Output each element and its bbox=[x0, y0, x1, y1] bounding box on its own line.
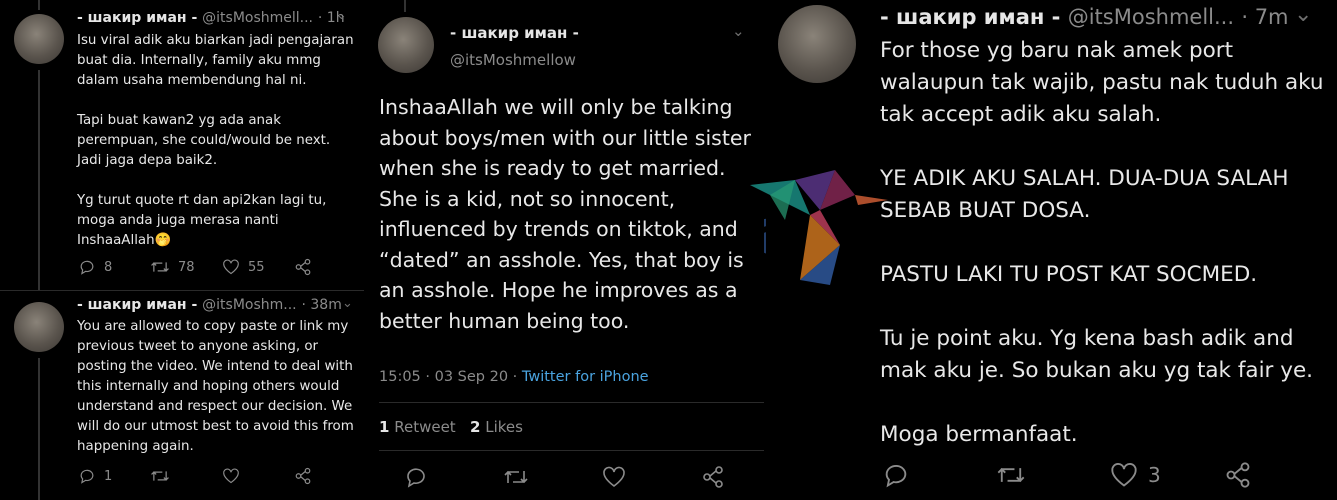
like-button[interactable]: 3 bbox=[1110, 462, 1224, 488]
retweet-icon bbox=[997, 467, 1025, 483]
chevron-down-icon[interactable]: ⌄ bbox=[336, 8, 347, 23]
handle[interactable]: @itsMoshmell... bbox=[202, 10, 313, 26]
panel-left: - шакир иман - @itsMoshmell... · 1h ⌄ Is… bbox=[0, 0, 364, 500]
divider bbox=[379, 450, 764, 451]
heart-icon bbox=[223, 468, 239, 484]
like-button[interactable] bbox=[222, 468, 294, 484]
author-name[interactable]: - шакир иман - @itsMoshmell... · 7m bbox=[880, 5, 1289, 29]
reply-count: 8 bbox=[104, 259, 113, 275]
like-button[interactable] bbox=[602, 466, 701, 488]
thread-line bbox=[38, 358, 40, 500]
tweet-text: InshaaAllah we will only be talking abou… bbox=[379, 95, 751, 333]
share-icon bbox=[1226, 462, 1250, 488]
retweet-button[interactable] bbox=[150, 468, 222, 484]
tweet-meta: 15:05 · 03 Sep 20 · Twitter for iPhone bbox=[379, 369, 649, 385]
author-name[interactable]: - шакир иман - @itsMoshm... · 38m bbox=[77, 297, 342, 313]
like-count: 3 bbox=[1148, 463, 1161, 487]
share-button[interactable] bbox=[294, 467, 312, 485]
tweet-text: Isu viral adik aku biarkan jadi pengajar… bbox=[77, 33, 354, 248]
like-button[interactable]: 55 bbox=[222, 259, 294, 275]
thread-line bbox=[38, 70, 40, 290]
tweet-stats: 1 Retweet 2 Likes bbox=[379, 418, 523, 436]
display-name[interactable]: - шакир иман - bbox=[880, 5, 1060, 29]
share-button[interactable] bbox=[294, 258, 312, 276]
author-name[interactable]: - шакир иман - @itsMoshmell... · 1h bbox=[77, 10, 345, 26]
heart-icon bbox=[603, 466, 625, 488]
heart-icon bbox=[1111, 462, 1137, 487]
reply-icon bbox=[80, 260, 94, 275]
retweet-label: Retweet bbox=[394, 418, 456, 436]
murai-bird-logo-icon bbox=[750, 170, 888, 285]
like-count: 55 bbox=[248, 259, 265, 275]
retweet-button[interactable] bbox=[503, 467, 602, 487]
thread-line-top bbox=[404, 0, 406, 12]
reply-button[interactable] bbox=[882, 462, 996, 488]
share-button[interactable] bbox=[1224, 461, 1252, 489]
chevron-down-icon[interactable]: ⌄ bbox=[342, 296, 353, 311]
heart-icon bbox=[223, 259, 239, 275]
tweet-actions: 1 bbox=[78, 467, 312, 485]
retweet-icon bbox=[504, 470, 528, 484]
reply-button[interactable]: 8 bbox=[78, 259, 150, 275]
handle[interactable]: @itsMoshm... bbox=[202, 297, 296, 313]
panel-middle: - шакир иман - @itsMoshmellow ⌄ InshaaAl… bbox=[366, 0, 764, 500]
retweet-icon bbox=[151, 262, 169, 272]
retweet-icon bbox=[151, 471, 169, 481]
tweet-timestamp[interactable]: 15:05 · 03 Sep 20 · bbox=[379, 369, 522, 385]
chevron-down-icon[interactable]: ⌄ bbox=[1294, 2, 1312, 27]
display-name[interactable]: - шакир иман - bbox=[77, 10, 197, 26]
like-count: 2 bbox=[470, 418, 481, 436]
reply-icon bbox=[80, 469, 94, 484]
timestamp[interactable]: · 38m bbox=[302, 297, 342, 313]
avatar[interactable] bbox=[14, 302, 64, 352]
tweet-source-link[interactable]: Twitter for iPhone bbox=[522, 369, 649, 385]
like-label: Likes bbox=[485, 418, 523, 436]
share-icon bbox=[295, 258, 311, 276]
handle[interactable]: @itsMoshmellow bbox=[450, 51, 576, 69]
divider bbox=[379, 402, 764, 403]
divider bbox=[0, 290, 364, 291]
reply-icon bbox=[407, 468, 425, 488]
tweet-actions bbox=[404, 465, 725, 489]
thread-line-top bbox=[38, 0, 40, 10]
tweet-actions: 8 78 55 bbox=[78, 258, 312, 276]
likes-stat[interactable]: 2 Likes bbox=[470, 418, 523, 436]
display-name[interactable]: - шакир иман - bbox=[450, 24, 579, 42]
retweet-button[interactable]: 78 bbox=[150, 259, 222, 275]
tweet-text: For those yg baru nak amek port walaupun… bbox=[880, 38, 1324, 447]
chevron-down-icon[interactable]: ⌄ bbox=[732, 22, 745, 40]
retweet-button[interactable] bbox=[996, 463, 1110, 487]
handle[interactable]: @itsMoshmell... bbox=[1068, 5, 1234, 29]
share-icon bbox=[295, 467, 311, 485]
timestamp[interactable]: · 7m bbox=[1241, 5, 1288, 29]
display-name[interactable]: - шакир иман - bbox=[77, 297, 197, 313]
share-button[interactable] bbox=[701, 465, 725, 489]
retweets-stat[interactable]: 1 Retweet bbox=[379, 418, 456, 436]
share-icon bbox=[703, 466, 723, 488]
avatar[interactable] bbox=[778, 5, 856, 83]
retweet-count: 78 bbox=[178, 259, 195, 275]
reply-count: 1 bbox=[104, 468, 113, 484]
tweet-text: You are allowed to copy paste or link my… bbox=[77, 319, 354, 454]
avatar[interactable] bbox=[378, 17, 434, 73]
tweet-actions: 3 bbox=[882, 461, 1252, 489]
reply-icon bbox=[885, 464, 907, 488]
reply-button[interactable] bbox=[404, 466, 503, 488]
avatar[interactable] bbox=[14, 14, 64, 64]
reply-button[interactable]: 1 bbox=[78, 468, 150, 484]
retweet-count: 1 bbox=[379, 418, 390, 436]
